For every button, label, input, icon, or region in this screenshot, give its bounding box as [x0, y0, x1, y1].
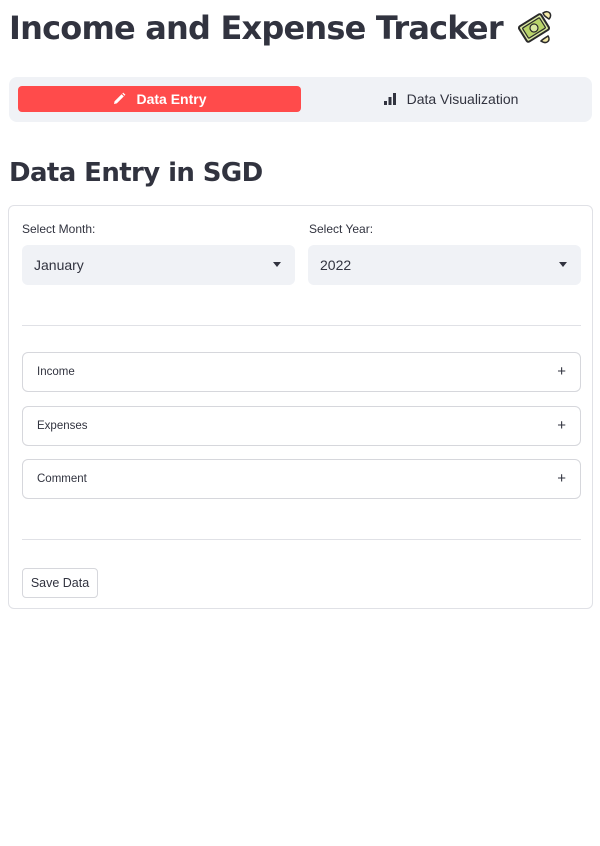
- tab-data-visualization[interactable]: Data Visualization: [309, 86, 592, 112]
- comment-expander-label: Comment: [37, 473, 87, 485]
- plus-icon: +: [557, 363, 566, 380]
- page-title: Income and Expense Tracker: [9, 6, 555, 50]
- tab-data-entry-label: Data Entry: [136, 91, 207, 107]
- month-select-value: January: [34, 257, 84, 273]
- tab-data-visualization-label: Data Visualization: [406, 91, 519, 107]
- month-label: Select Month:: [22, 222, 96, 236]
- tab-data-entry[interactable]: Data Entry: [18, 86, 301, 112]
- bar-chart-icon: [383, 92, 397, 106]
- month-select[interactable]: January: [22, 245, 295, 285]
- divider: [22, 325, 581, 326]
- chevron-down-icon: [273, 262, 281, 267]
- money-with-wings-icon: [513, 7, 555, 49]
- plus-icon: +: [557, 417, 566, 434]
- year-label: Select Year:: [309, 222, 374, 236]
- divider: [22, 539, 581, 540]
- plus-icon: +: [557, 470, 566, 487]
- chevron-down-icon: [559, 262, 567, 267]
- pencil-icon: [112, 92, 126, 106]
- tab-bar: Data Entry Data Visualization: [9, 77, 592, 122]
- data-entry-form: Select Month: January Select Year: 2022 …: [8, 205, 593, 609]
- expenses-expander-label: Expenses: [37, 420, 88, 432]
- income-expander-label: Income: [37, 366, 75, 378]
- income-expander[interactable]: Income +: [22, 352, 581, 392]
- expenses-expander[interactable]: Expenses +: [22, 406, 581, 446]
- comment-expander[interactable]: Comment +: [22, 459, 581, 499]
- year-select[interactable]: 2022: [308, 245, 581, 285]
- page-title-text: Income and Expense Tracker: [9, 9, 504, 47]
- section-heading: Data Entry in SGD: [9, 158, 263, 188]
- year-select-value: 2022: [320, 257, 352, 273]
- save-data-button[interactable]: Save Data: [22, 568, 98, 598]
